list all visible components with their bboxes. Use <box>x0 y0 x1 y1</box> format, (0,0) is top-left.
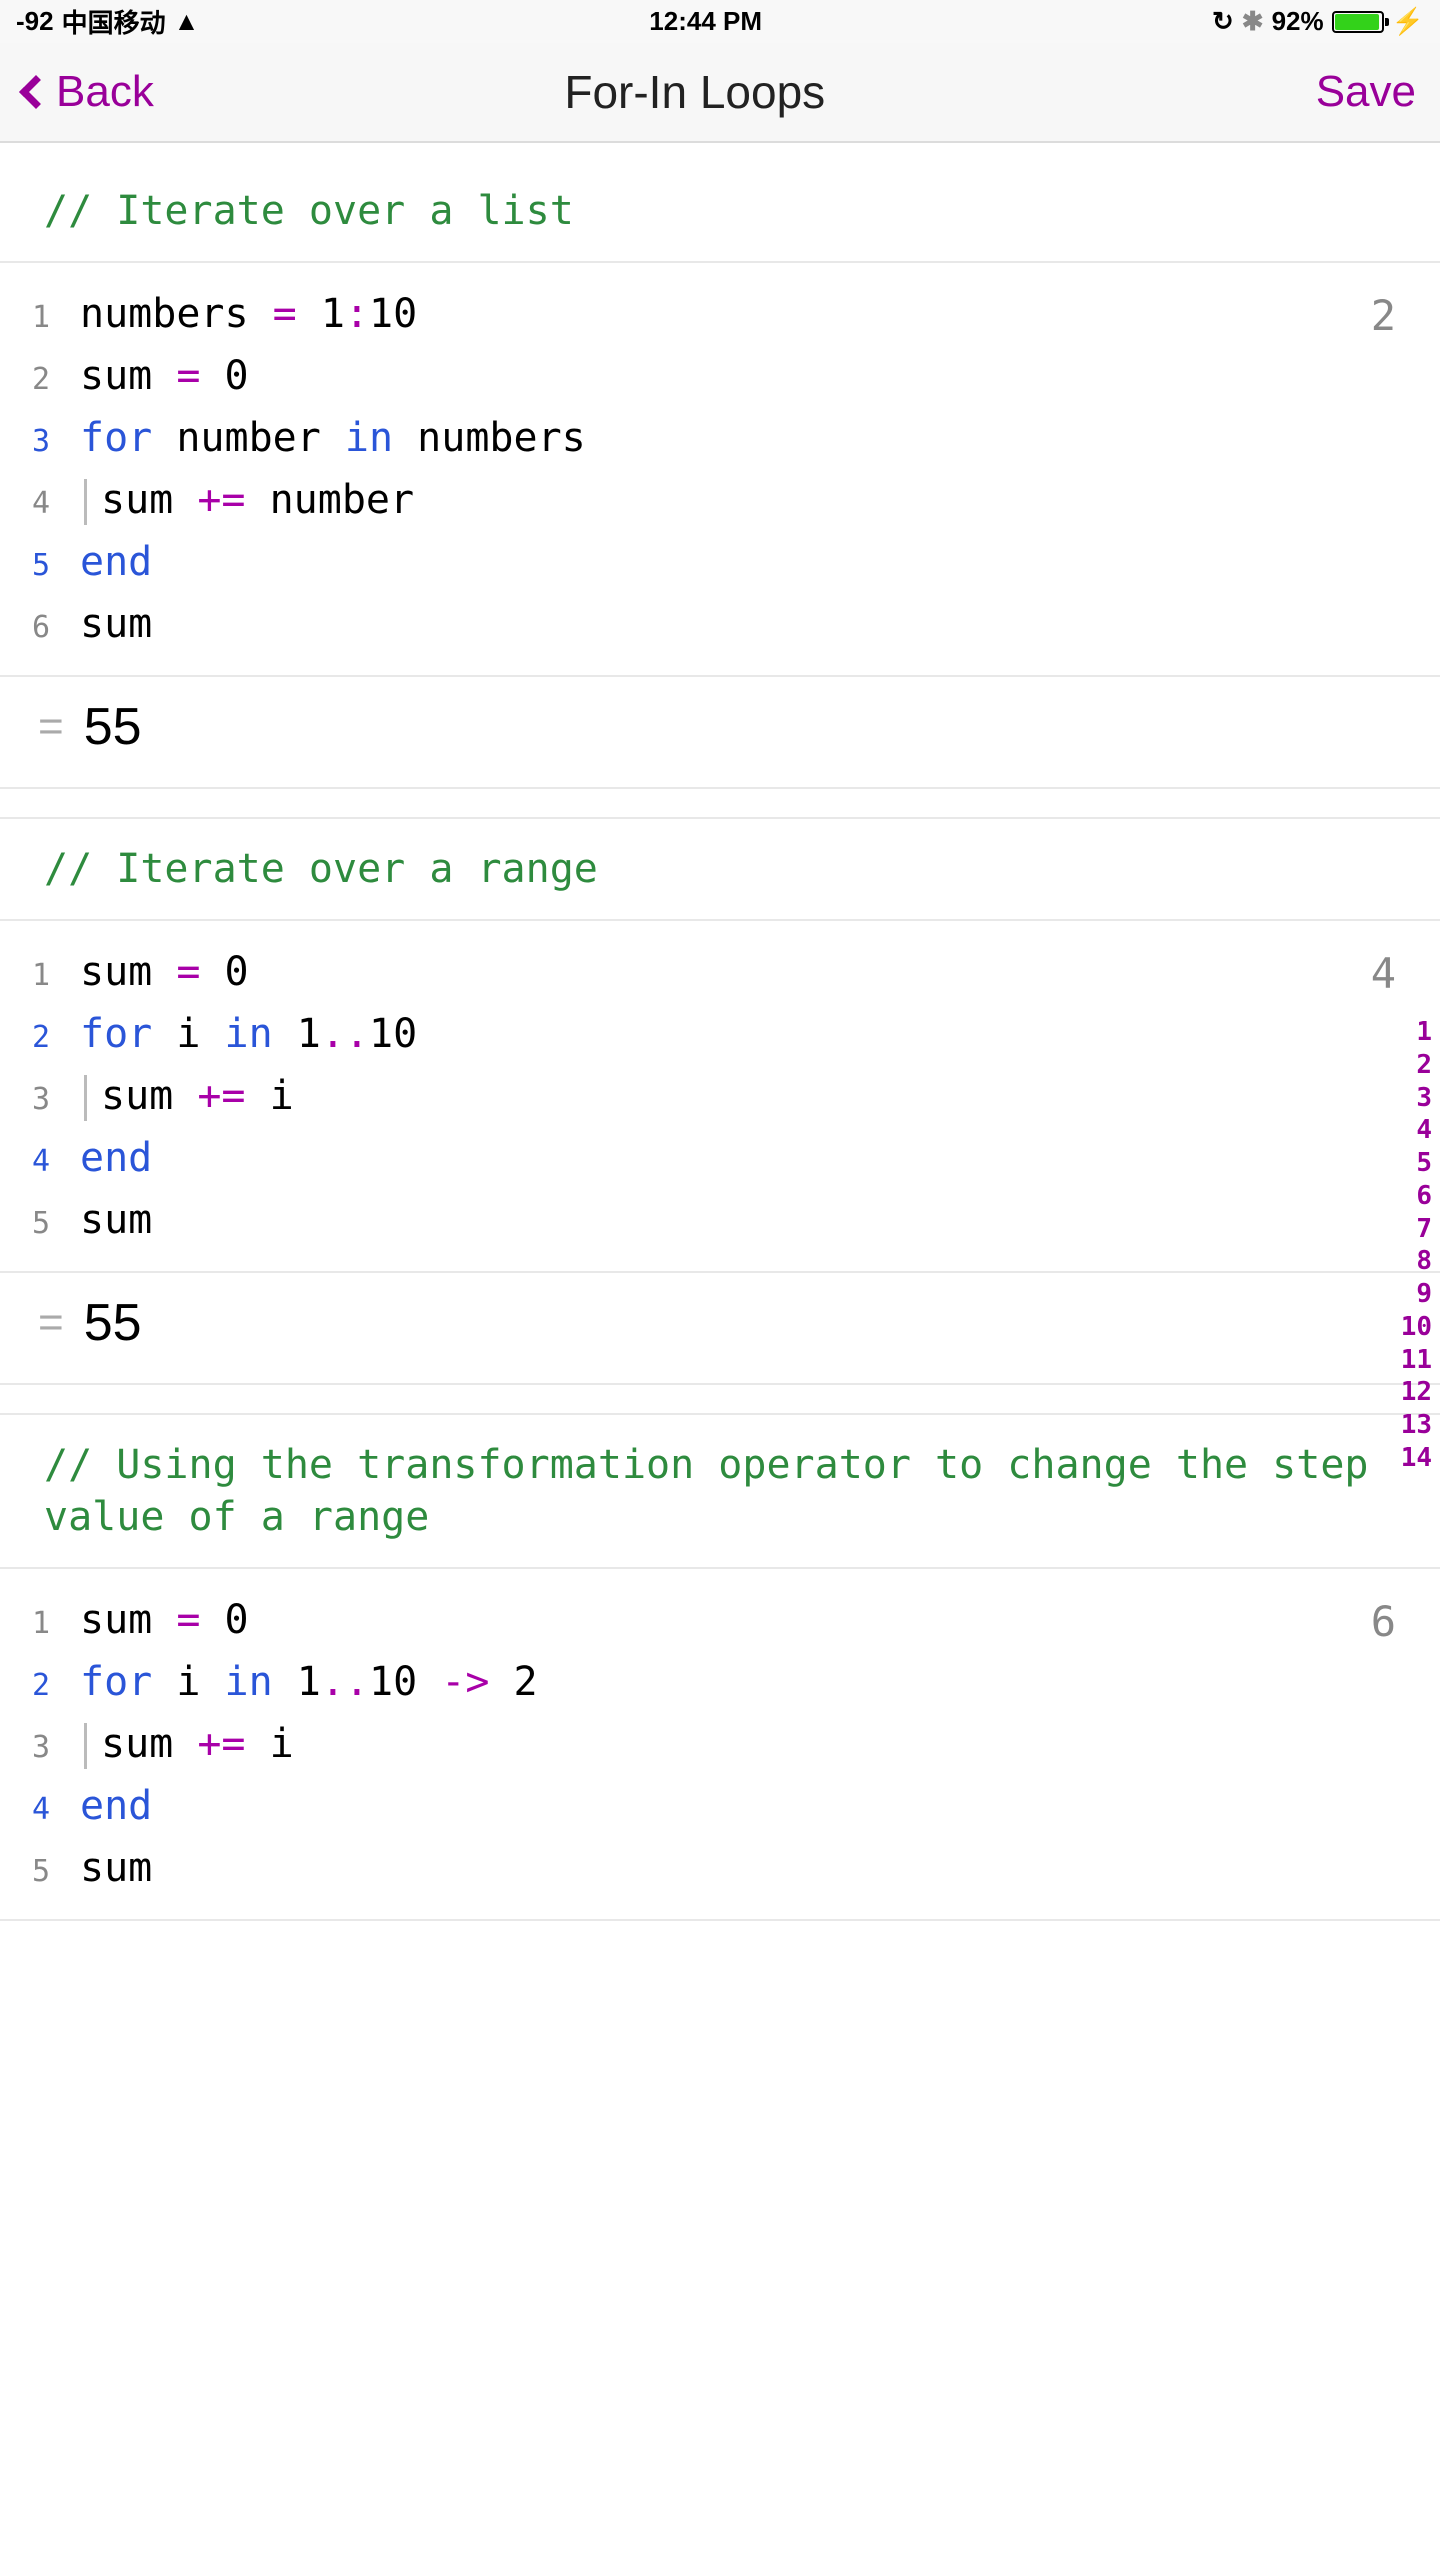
result-value: 55 <box>84 697 142 757</box>
code-text: sum <box>80 1189 152 1251</box>
code-line[interactable]: 2for i in 1..10 -> 2 <box>32 1651 1402 1713</box>
line-number: 1 <box>32 943 80 1000</box>
code-line[interactable]: 6sum <box>32 593 1402 655</box>
line-number: 3 <box>32 1715 80 1772</box>
side-navigator[interactable]: 1234567891011121314 <box>1401 1016 1432 1475</box>
block-index-badge: 4 <box>1371 949 1396 998</box>
side-ruler-item[interactable]: 14 <box>1401 1442 1432 1475</box>
status-bar: -92 中国移动 ▲ 12:44 PM ↻ ✱ 92% ⚡ <box>0 0 1440 43</box>
code-text: for i in 1..10 <box>80 1003 417 1065</box>
block-index-badge: 2 <box>1371 291 1396 340</box>
line-number: 4 <box>32 1777 80 1834</box>
line-number: 4 <box>32 471 80 528</box>
code-text: sum += number <box>80 469 414 531</box>
side-ruler-item[interactable]: 10 <box>1401 1311 1432 1344</box>
code-text: numbers = 1:10 <box>80 283 417 345</box>
code-line[interactable]: 2sum = 0 <box>32 345 1402 407</box>
code-line[interactable]: 1numbers = 1:10 <box>32 283 1402 345</box>
code-text: sum <box>80 1837 152 1899</box>
section-gap <box>0 1383 1440 1413</box>
side-ruler-item[interactable]: 2 <box>1416 1049 1432 1082</box>
line-number: 2 <box>32 347 80 404</box>
side-ruler-item[interactable]: 1 <box>1416 1016 1432 1049</box>
line-number: 3 <box>32 409 80 466</box>
code-line[interactable]: 4end <box>32 1127 1402 1189</box>
line-number: 5 <box>32 533 80 590</box>
side-ruler-item[interactable]: 9 <box>1416 1278 1432 1311</box>
side-ruler-item[interactable]: 8 <box>1416 1245 1432 1278</box>
code-text: sum <box>80 593 152 655</box>
nav-bar: Back For-In Loops Save <box>0 43 1440 143</box>
result-value: 55 <box>84 1293 142 1353</box>
side-ruler-item[interactable]: 5 <box>1416 1147 1432 1180</box>
line-number: 4 <box>32 1129 80 1186</box>
chevron-left-icon <box>19 75 53 109</box>
line-number: 5 <box>32 1191 80 1248</box>
code-text: sum += i <box>80 1713 294 1775</box>
line-number: 3 <box>32 1067 80 1124</box>
line-number: 5 <box>32 1839 80 1896</box>
wifi-icon: ▲ <box>174 6 200 37</box>
section-comment[interactable]: // Iterate over a range <box>0 817 1440 921</box>
battery-percent: 92% <box>1272 6 1324 37</box>
equals-icon: = <box>38 1298 64 1348</box>
side-ruler-item[interactable]: 6 <box>1416 1180 1432 1213</box>
section-comment[interactable]: // Iterate over a list <box>0 161 1440 263</box>
code-text: end <box>80 1127 152 1189</box>
code-line[interactable]: 3for number in numbers <box>32 407 1402 469</box>
save-button[interactable]: Save <box>1316 67 1416 117</box>
code-line[interactable]: 4sum += number <box>32 469 1402 531</box>
code-line[interactable]: 5sum <box>32 1189 1402 1251</box>
result-row: = 55 <box>0 677 1440 787</box>
indent-guide <box>84 1075 87 1121</box>
block-index-badge: 6 <box>1371 1597 1396 1646</box>
code-block[interactable]: 61sum = 02for i in 1..10 -> 23sum += i4e… <box>0 1569 1440 1921</box>
indent-guide <box>84 479 87 525</box>
code-text: for i in 1..10 -> 2 <box>80 1651 538 1713</box>
code-text: for number in numbers <box>80 407 586 469</box>
code-text: sum += i <box>80 1065 294 1127</box>
code-text: sum = 0 <box>80 345 249 407</box>
code-line[interactable]: 1sum = 0 <box>32 941 1402 1003</box>
battery-icon <box>1332 11 1384 33</box>
bluetooth-icon: ✱ <box>1242 6 1264 37</box>
page-title: For-In Loops <box>74 65 1316 119</box>
section-comment[interactable]: // Using the transformation operator to … <box>0 1413 1440 1569</box>
code-line[interactable]: 1sum = 0 <box>32 1589 1402 1651</box>
code-line[interactable]: 5end <box>32 531 1402 593</box>
side-ruler-item[interactable]: 4 <box>1416 1114 1432 1147</box>
carrier-label: 中国移动 <box>62 3 166 40</box>
side-ruler-item[interactable]: 7 <box>1416 1213 1432 1246</box>
signal-strength: -92 <box>16 6 54 37</box>
side-ruler-item[interactable]: 12 <box>1401 1376 1432 1409</box>
line-number: 1 <box>32 1591 80 1648</box>
side-ruler-item[interactable]: 3 <box>1416 1082 1432 1115</box>
line-number: 2 <box>32 1005 80 1062</box>
code-line[interactable]: 2for i in 1..10 <box>32 1003 1402 1065</box>
code-line[interactable]: 4end <box>32 1775 1402 1837</box>
code-block[interactable]: 41sum = 02for i in 1..103sum += i4end5su… <box>0 921 1440 1273</box>
charging-icon: ⚡ <box>1392 6 1424 37</box>
code-text: end <box>80 1775 152 1837</box>
content-area[interactable]: // Iterate over a list21numbers = 1:102s… <box>0 161 1440 1921</box>
side-ruler-item[interactable]: 11 <box>1401 1344 1432 1377</box>
code-block[interactable]: 21numbers = 1:102sum = 03for number in n… <box>0 263 1440 677</box>
line-number: 1 <box>32 285 80 342</box>
orientation-lock-icon: ↻ <box>1212 6 1234 37</box>
result-row: = 55 <box>0 1273 1440 1383</box>
code-line[interactable]: 5sum <box>32 1837 1402 1899</box>
equals-icon: = <box>38 702 64 752</box>
section-gap <box>0 787 1440 817</box>
code-line[interactable]: 3sum += i <box>32 1713 1402 1775</box>
clock: 12:44 PM <box>199 6 1212 37</box>
code-line[interactable]: 3sum += i <box>32 1065 1402 1127</box>
line-number: 6 <box>32 595 80 652</box>
side-ruler-item[interactable]: 13 <box>1401 1409 1432 1442</box>
indent-guide <box>84 1723 87 1769</box>
line-number: 2 <box>32 1653 80 1710</box>
code-text: sum = 0 <box>80 1589 249 1651</box>
code-text: sum = 0 <box>80 941 249 1003</box>
code-text: end <box>80 531 152 593</box>
